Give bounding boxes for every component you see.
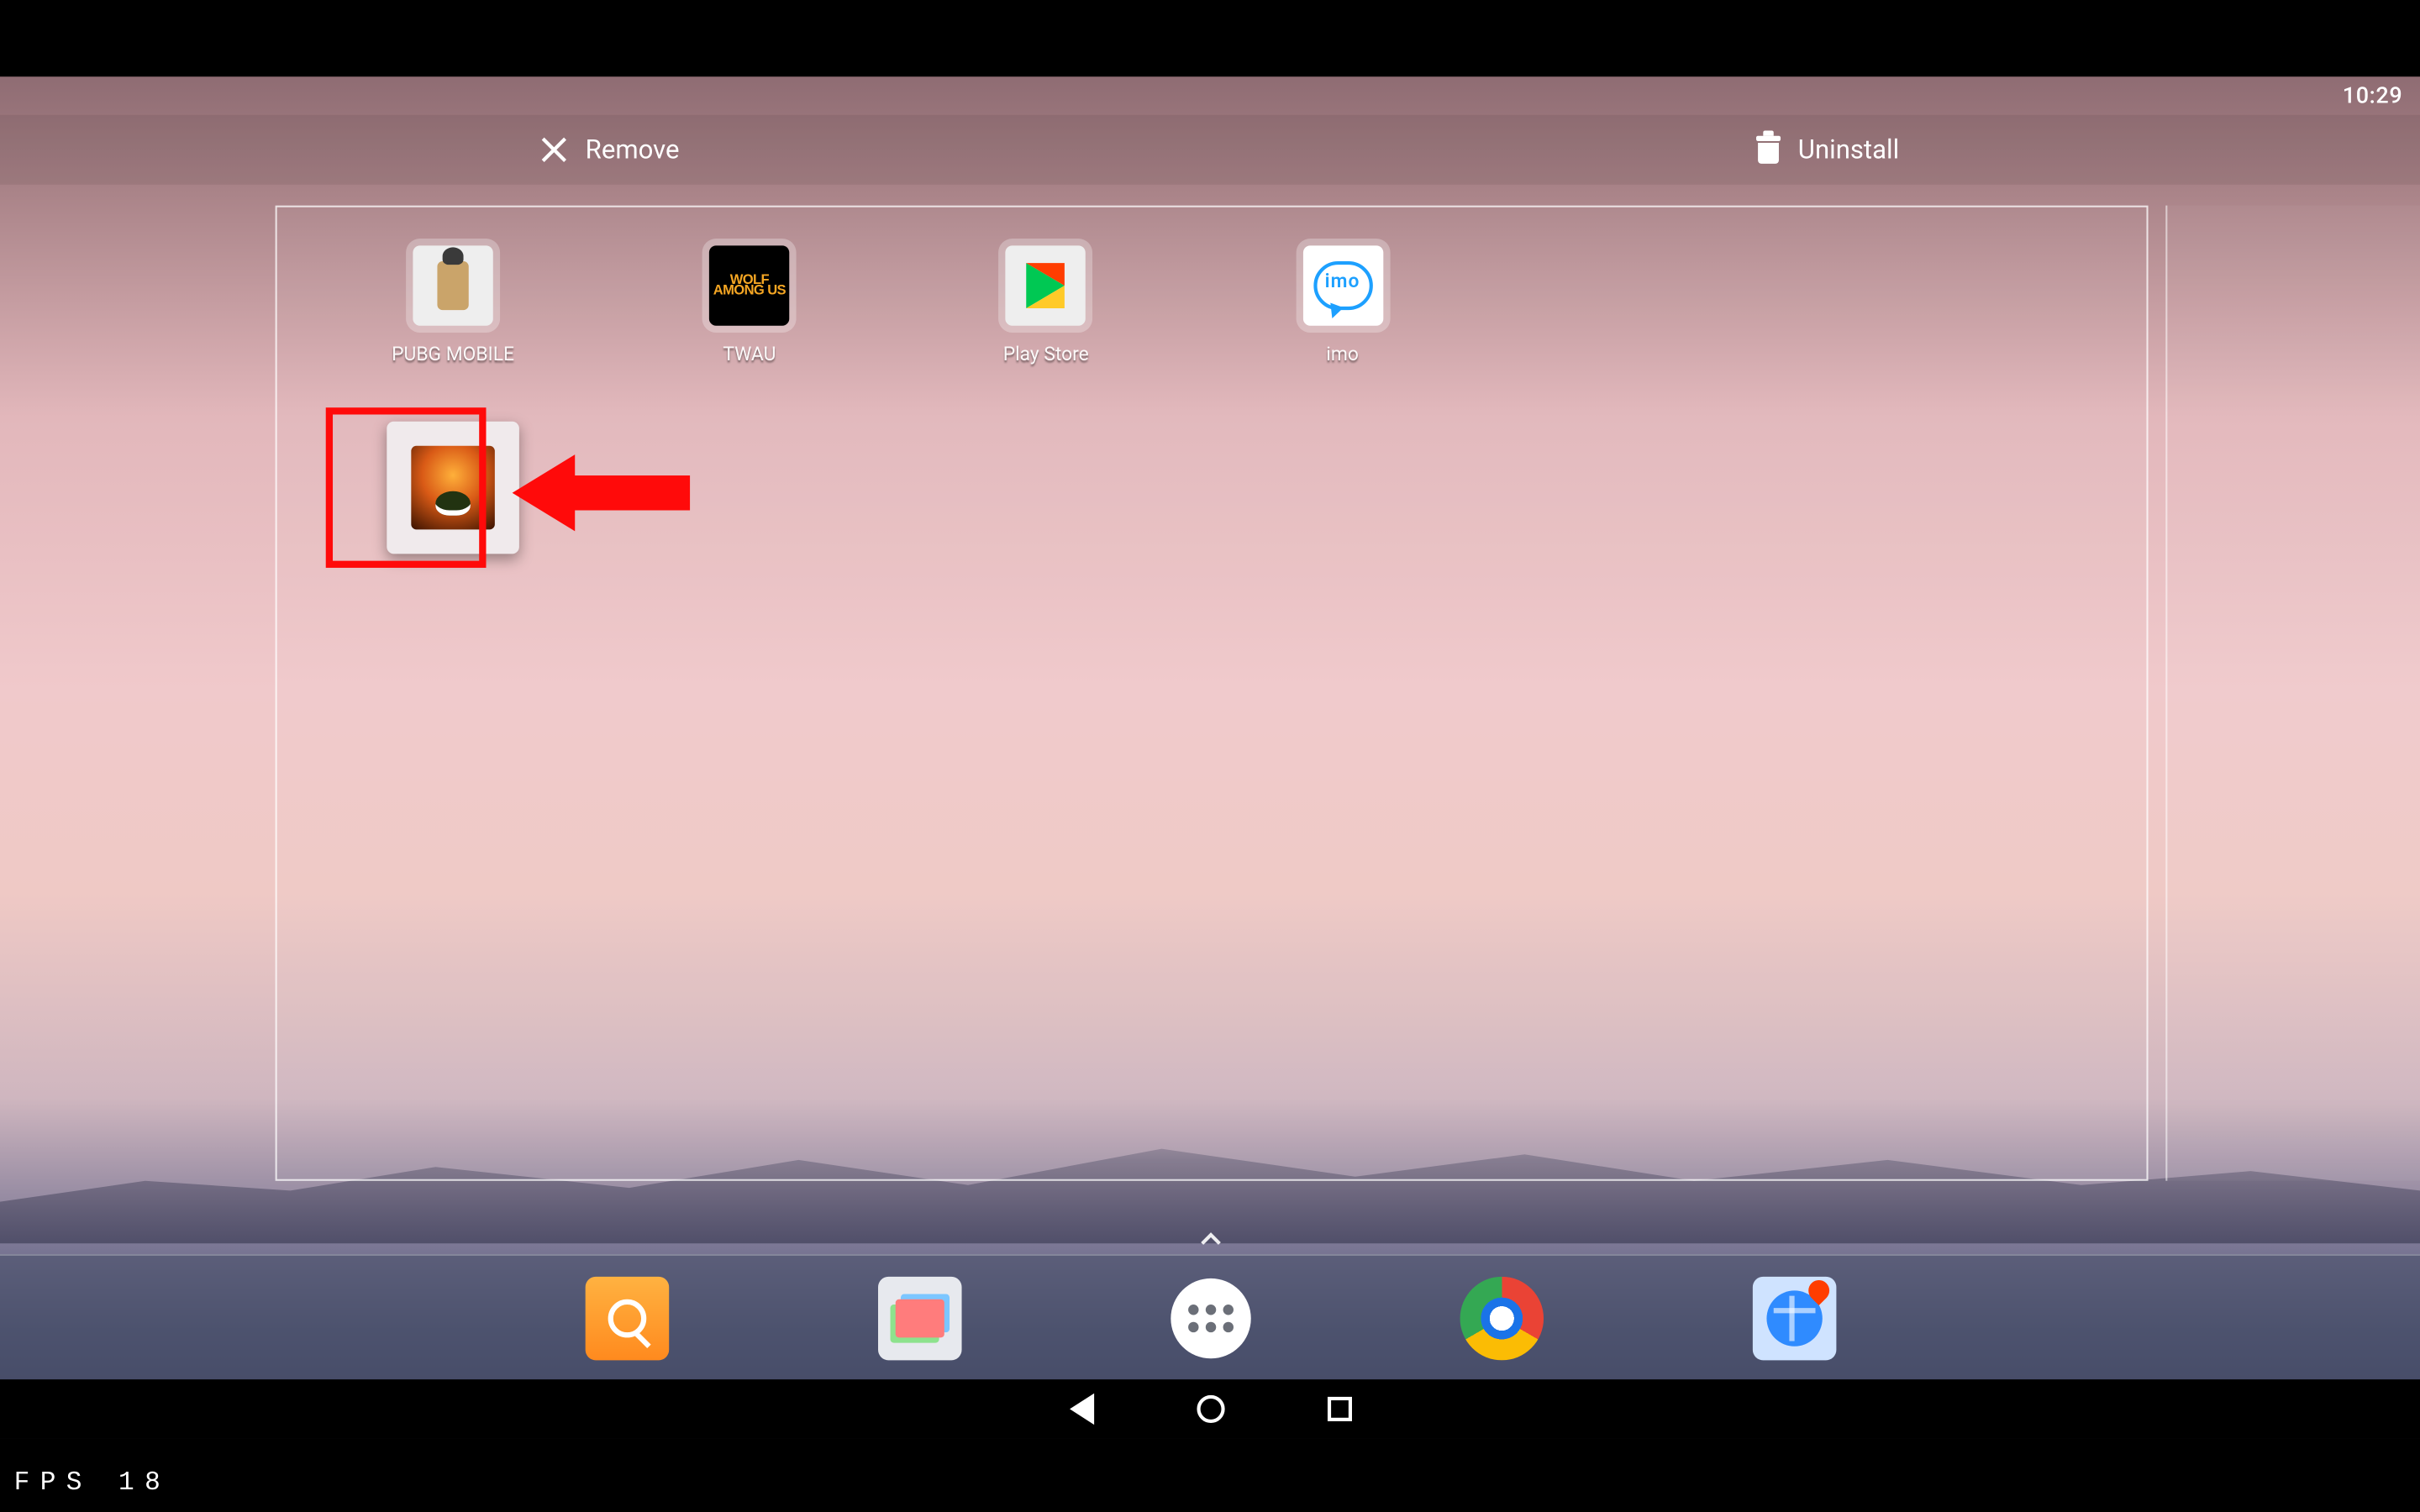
app-icon-pubg xyxy=(413,245,492,325)
nav-home-button[interactable] xyxy=(1192,1392,1227,1426)
close-icon xyxy=(540,136,568,164)
annotation-highlight-box xyxy=(326,407,487,568)
app-icon-imo: imo xyxy=(1302,245,1382,325)
uninstall-label: Uninstall xyxy=(1798,134,1899,165)
homescreen-page-next[interactable] xyxy=(2165,206,2420,1181)
app-play-store[interactable]: Play Store xyxy=(933,245,1160,365)
circle-home-icon xyxy=(1196,1395,1223,1423)
fps-overlay: FPS 18 xyxy=(14,1468,171,1498)
trash-icon xyxy=(1756,136,1781,164)
app-imo[interactable]: imo imo xyxy=(1229,245,1456,365)
fps-label: FPS xyxy=(14,1468,92,1498)
status-bar: 10:29 xyxy=(0,76,2420,115)
status-clock: 10:29 xyxy=(2343,82,2403,108)
dock-chrome-app[interactable] xyxy=(1460,1276,1544,1360)
search-icon xyxy=(608,1299,646,1337)
app-label: imo xyxy=(1326,343,1359,365)
square-recents-icon xyxy=(1327,1397,1351,1421)
app-twau[interactable]: WOLF AMONG US TWAU xyxy=(636,245,863,365)
dock-search-app[interactable] xyxy=(585,1276,669,1360)
uninstall-dropzone[interactable]: Uninstall xyxy=(1756,134,1899,165)
letterbox-bottom xyxy=(0,1439,2420,1512)
app-being-dragged[interactable] xyxy=(339,422,566,554)
navigation-bar xyxy=(0,1379,2420,1438)
annotation-arrow-icon xyxy=(513,454,690,531)
app-pubg-mobile[interactable]: PUBG MOBILE xyxy=(339,245,566,365)
homescreen-page[interactable]: PUBG MOBILE WOLF AMONG US TWAU Play Stor… xyxy=(276,206,2149,1181)
app-label: TWAU xyxy=(723,343,776,365)
fps-value: 18 xyxy=(118,1468,171,1498)
dock-all-apps-button[interactable] xyxy=(1170,1278,1249,1357)
app-grid: PUBG MOBILE WOLF AMONG US TWAU Play Stor… xyxy=(277,207,2147,554)
app-drawer-handle[interactable] xyxy=(1197,1226,1222,1254)
dock-gallery-app[interactable] xyxy=(877,1276,961,1360)
nav-back-button[interactable] xyxy=(1064,1392,1098,1426)
remove-dropzone[interactable]: Remove xyxy=(540,134,680,165)
gallery-icon xyxy=(895,1299,944,1337)
drag-action-bar: Remove Uninstall xyxy=(0,115,2420,185)
nav-recents-button[interactable] xyxy=(1322,1392,1356,1426)
chevron-up-icon xyxy=(1197,1230,1222,1247)
app-label: PUBG MOBILE xyxy=(392,343,514,365)
hotseat-dock xyxy=(0,1254,2420,1379)
remove-label: Remove xyxy=(586,134,680,165)
app-icon-twau: WOLF AMONG US xyxy=(709,245,789,325)
letterbox-top xyxy=(0,0,2420,76)
triangle-back-icon xyxy=(1069,1394,1093,1425)
app-label: Play Store xyxy=(1003,343,1089,365)
play-store-icon xyxy=(1006,245,1086,325)
dock-browser-app[interactable] xyxy=(1752,1276,1836,1360)
